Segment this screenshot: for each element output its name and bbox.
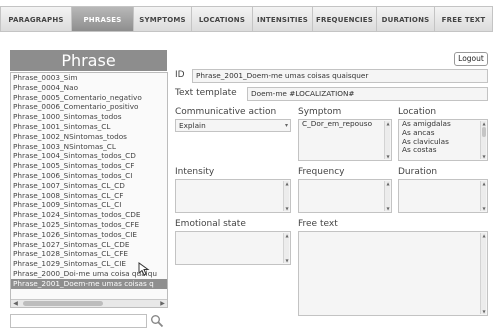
communicative-action-label: Communicative action	[175, 107, 277, 117]
frequency-scrollbar[interactable]: ▲ ▼	[384, 181, 390, 211]
section-title: Phrase	[10, 50, 167, 71]
tab-paragraphs[interactable]: PARAGRAPHS	[0, 6, 71, 32]
duration-label: Duration	[398, 167, 438, 177]
scroll-up-icon[interactable]: ▲	[385, 121, 391, 126]
communicative-action-value: Explain	[179, 121, 206, 130]
main-tab-bar: PARAGRAPHS PHRASES SYMPTOMS LOCATIONS IN…	[0, 6, 493, 32]
phrase-list-item[interactable]: Phrase_1028_Sintomas_CL_CFE	[11, 249, 167, 259]
phrase-list-item[interactable]: Phrase_1001_Sintomas_CL	[11, 122, 167, 132]
location-label: Location	[398, 107, 437, 117]
location-option[interactable]: As costas	[399, 146, 487, 155]
phrase-list-item[interactable]: Phrase_1024_Sintomas_todos_CDE	[11, 210, 167, 220]
symptom-listbox[interactable]: C_Dor_em_repouso ▲ ▼	[298, 119, 392, 161]
scroll-down-icon[interactable]: ▼	[481, 154, 487, 159]
phrase-list-item[interactable]: Phrase_0004_Nao	[11, 83, 167, 93]
phrase-list-item[interactable]: Phrase_1004_Sintomas_todos_CD	[11, 151, 167, 161]
phrase-list-item[interactable]: Phrase_1006_Sintomas_todos_CI	[11, 171, 167, 181]
phrase-list-item[interactable]: Phrase_1008_Sintomas_CL_CF	[11, 191, 167, 201]
scroll-up-icon[interactable]: ▲	[284, 181, 290, 186]
location-scrollbar[interactable]: ▲ ▼	[480, 121, 486, 159]
duration-scrollbar[interactable]: ▲ ▼	[480, 181, 486, 211]
phrase-list-item[interactable]: Phrase_1009_Sintomas_CL_CI	[11, 200, 167, 210]
tab-symptoms[interactable]: SYMPTOMS	[133, 6, 191, 32]
id-field[interactable]: Phrase_2001_Doem-me umas coisas quaisque…	[192, 69, 488, 83]
template-field[interactable]: Doem-me #LOCALIZATION#	[247, 87, 488, 101]
horizontal-scrollbar[interactable]: ◀ ▶	[11, 299, 167, 307]
scroll-up-icon[interactable]: ▲	[284, 233, 290, 238]
tab-frequencies[interactable]: FREQUENCIES	[312, 6, 376, 32]
free-text-scrollbar[interactable]: ▲ ▼	[480, 233, 486, 314]
frequency-listbox[interactable]: ▲ ▼	[298, 179, 392, 213]
tab-free-text[interactable]: FREE TEXT	[434, 6, 493, 32]
phrase-list-item[interactable]: Phrase_0005_Comentario_negativo	[11, 93, 167, 103]
phrase-list-item[interactable]: Phrase_1027_Sintomas_CL_CDE	[11, 240, 167, 250]
id-label: ID	[175, 70, 185, 80]
scroll-down-icon[interactable]: ▼	[284, 258, 290, 263]
communicative-action-select[interactable]: Explain ▾	[175, 119, 291, 132]
tab-intensities[interactable]: INTENSITIES	[252, 6, 312, 32]
tab-locations[interactable]: LOCATIONS	[191, 6, 252, 32]
phrase-list-item[interactable]: Phrase_1026_Sintomas_todos_CIE	[11, 230, 167, 240]
intensity-label: Intensity	[175, 167, 215, 177]
chevron-down-icon: ▾	[284, 122, 288, 129]
phrase-list-item[interactable]: Phrase_1007_Sintomas_CL_CD	[11, 181, 167, 191]
scroll-down-icon[interactable]: ▼	[481, 309, 487, 314]
scroll-down-icon[interactable]: ▼	[284, 206, 290, 211]
phrase-list-item[interactable]: Phrase_1025_Sintomas_todos_CFE	[11, 220, 167, 230]
phrase-list-item[interactable]: Phrase_2001_Doem-me umas coisas q	[11, 278, 167, 289]
phrase-list-item[interactable]: Phrase_1002_NSintomas_todos	[11, 132, 167, 142]
symptom-option[interactable]: C_Dor_em_repouso	[299, 120, 391, 129]
duration-listbox[interactable]: ▲ ▼	[398, 179, 488, 213]
logout-button[interactable]: Logout	[454, 52, 488, 66]
scroll-right-icon[interactable]: ▶	[158, 300, 167, 307]
scroll-up-icon[interactable]: ▲	[481, 121, 487, 126]
frequency-label: Frequency	[298, 167, 345, 177]
scroll-up-icon[interactable]: ▲	[385, 181, 391, 186]
scroll-left-icon[interactable]: ◀	[11, 300, 20, 307]
scrollbar-thumb[interactable]	[482, 127, 486, 137]
phrase-list-item[interactable]: Phrase_1000_Sintomas_todos	[11, 112, 167, 122]
scroll-up-icon[interactable]: ▲	[481, 181, 487, 186]
tab-phrases[interactable]: PHRASES	[71, 6, 133, 32]
location-listbox[interactable]: As amigdalas As ancas As claviculas As c…	[398, 119, 488, 161]
scroll-up-icon[interactable]: ▲	[481, 233, 487, 238]
scrollbar-thumb[interactable]	[23, 301, 103, 306]
free-text-area[interactable]: ▲ ▼	[298, 231, 488, 316]
symptom-scrollbar[interactable]: ▲ ▼	[384, 121, 390, 159]
phrase-list-item[interactable]: Phrase_1003_NSintomas_CL	[11, 142, 167, 152]
scroll-down-icon[interactable]: ▼	[385, 206, 391, 211]
emotional-state-label: Emotional state	[175, 219, 246, 229]
tab-durations[interactable]: DURATIONS	[376, 6, 434, 32]
intensity-scrollbar[interactable]: ▲ ▼	[283, 181, 289, 211]
scroll-down-icon[interactable]: ▼	[481, 206, 487, 211]
template-label: Text template	[175, 88, 237, 98]
search-input[interactable]	[10, 314, 147, 328]
emotional-state-scrollbar[interactable]: ▲ ▼	[283, 233, 289, 263]
emotional-state-listbox[interactable]: ▲ ▼	[175, 231, 291, 265]
search-icon[interactable]	[150, 314, 164, 328]
phrase-list-item[interactable]: Phrase_0003_Sim	[11, 73, 167, 83]
free-text-label: Free text	[298, 219, 338, 229]
phrase-list-item[interactable]: Phrase_1005_Sintomas_todos_CF	[11, 161, 167, 171]
scroll-down-icon[interactable]: ▼	[385, 154, 391, 159]
symptom-label: Symptom	[298, 107, 342, 117]
mouse-cursor-icon	[138, 262, 150, 276]
intensity-listbox[interactable]: ▲ ▼	[175, 179, 291, 213]
phrase-list-item[interactable]: Phrase_0006_Comentario_positivo	[11, 102, 167, 112]
